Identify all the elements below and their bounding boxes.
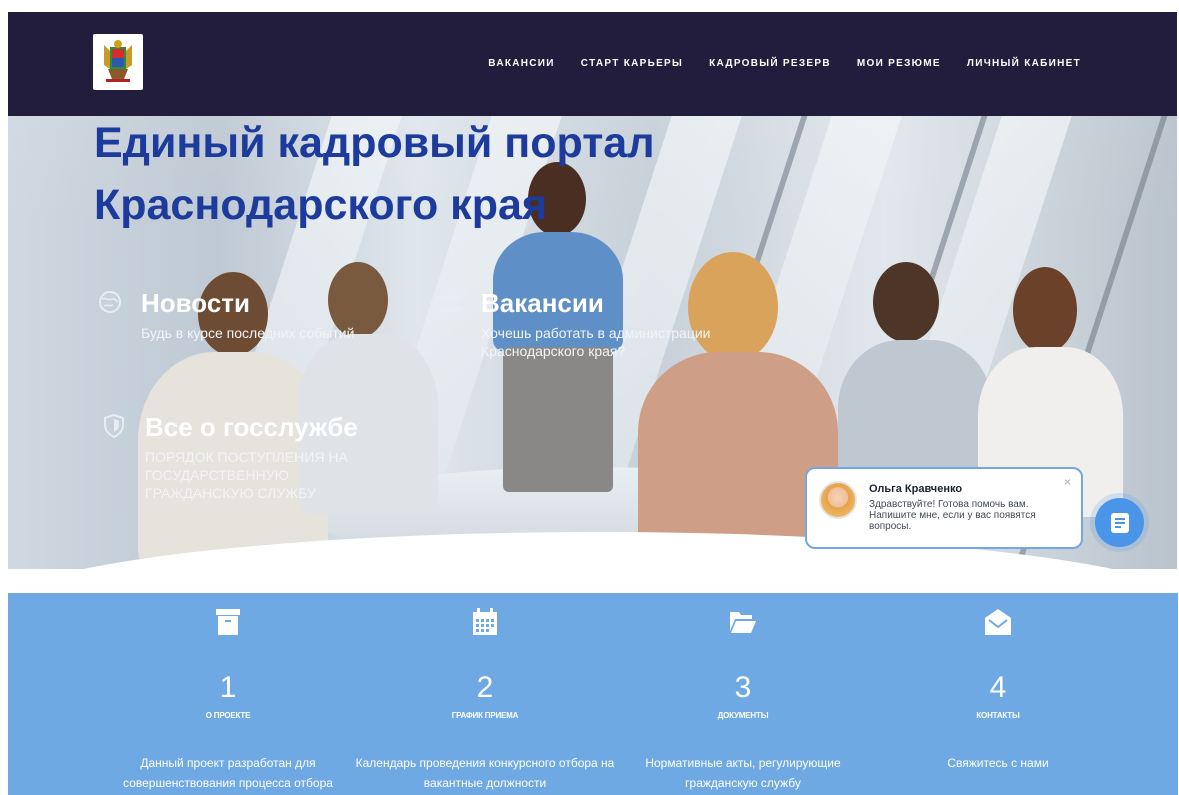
folder-open-icon (728, 607, 758, 637)
info-column-contacts[interactable]: 4 КОНТАКТЫ Свяжитесь с нами (853, 593, 1143, 795)
feature-vacancies[interactable]: Вакансии Хочешь работать в администрации… (436, 288, 766, 378)
nav-link-personal-account[interactable]: ЛИЧНЫЙ КАБИНЕТ (967, 58, 1081, 69)
feature-vacancies-title: Вакансии (481, 288, 604, 318)
feature-news[interactable]: Новости Будь в курсе последних событий (96, 288, 396, 358)
info-number: 3 (734, 671, 752, 704)
info-column-documents[interactable]: 3 ДОКУМЕНТЫ Нормативные акты, регулирующ… (598, 593, 888, 795)
nav-link-my-resumes[interactable]: МОИ РЕЗЮМЕ (857, 58, 941, 69)
info-section: 1 О ПРОЕКТЕ Данный проект разработан для… (8, 593, 1178, 795)
chat-agent-name: Ольга Кравченко (869, 483, 963, 495)
chat-popup[interactable]: Ольга Кравченко Здравствуйте! Готова пом… (805, 467, 1083, 549)
page-title: Единый кадровый портал Краснодарского кр… (94, 112, 714, 236)
nav-link-career-start[interactable]: СТАРТ КАРЬЕРЫ (581, 58, 683, 69)
chat-open-button[interactable] (1095, 498, 1144, 547)
info-number: 1 (219, 671, 237, 704)
feature-civil-service-text: ПОРЯДОК ПОСТУПЛЕНИЯ НА ГОСУДАРСТВЕННУЮ Г… (145, 449, 348, 501)
message-icon (1110, 512, 1129, 533)
main-nav: ВАКАНСИИ СТАРТ КАРЬЕРЫ КАДРОВЫЙ РЕЗЕРВ М… (488, 58, 1081, 69)
page-title-line1: Единый кадровый портал (94, 119, 655, 167)
logo[interactable] (93, 34, 143, 90)
feature-vacancies-text: Хочешь работать в администрации Краснода… (481, 325, 711, 359)
feature-news-title: Новости (141, 288, 251, 318)
archive-icon (213, 607, 243, 637)
page: ВАКАНСИИ СТАРТ КАРЬЕРЫ КАДРОВЫЙ РЕЗЕРВ М… (0, 0, 1179, 795)
chat-message: Здравствуйте! Готова помочь вам. Напишит… (869, 499, 1036, 532)
coat-of-arms-icon (104, 40, 132, 82)
info-number: 4 (989, 671, 1007, 704)
feature-civil-service[interactable]: Все о госслужбе ПОРЯДОК ПОСТУПЛЕНИЯ НА Г… (100, 412, 400, 522)
globe-icon (96, 288, 124, 316)
info-label: ДОКУМЕНТЫ (717, 711, 769, 720)
feature-news-text: Будь в курсе последних событий (141, 325, 355, 341)
info-label: ГРАФИК ПРИЕМА (451, 711, 519, 720)
shield-icon (100, 412, 128, 440)
info-label: О ПРОЕКТЕ (205, 711, 251, 720)
navbar: ВАКАНСИИ СТАРТ КАРЬЕРЫ КАДРОВЫЙ РЕЗЕРВ М… (8, 12, 1177, 116)
calendar-icon (470, 607, 500, 637)
info-column-schedule[interactable]: 2 ГРАФИК ПРИЕМА Календарь проведения кон… (340, 593, 630, 795)
page-title-line2: Краснодарского края (94, 181, 547, 229)
nav-link-vacancies[interactable]: ВАКАНСИИ (488, 58, 555, 69)
close-icon[interactable]: × (1064, 475, 1071, 489)
info-description: Свяжитесь с нами (947, 756, 1049, 770)
info-number: 2 (476, 671, 494, 704)
info-description: Нормативные акты, регулирующие гражданск… (645, 756, 841, 790)
nav-link-personnel-reserve[interactable]: КАДРОВЫЙ РЕЗЕРВ (709, 58, 831, 69)
info-description: Данный проект разработан для совершенств… (123, 756, 333, 790)
users-icon (436, 288, 464, 316)
info-description: Календарь проведения конкурсного отбора … (355, 756, 615, 790)
info-label: КОНТАКТЫ (976, 711, 1020, 720)
avatar (819, 481, 857, 519)
envelope-open-icon (983, 607, 1013, 637)
feature-civil-service-title: Все о госслужбе (145, 412, 358, 442)
info-column-about[interactable]: 1 О ПРОЕКТЕ Данный проект разработан для… (83, 593, 373, 795)
